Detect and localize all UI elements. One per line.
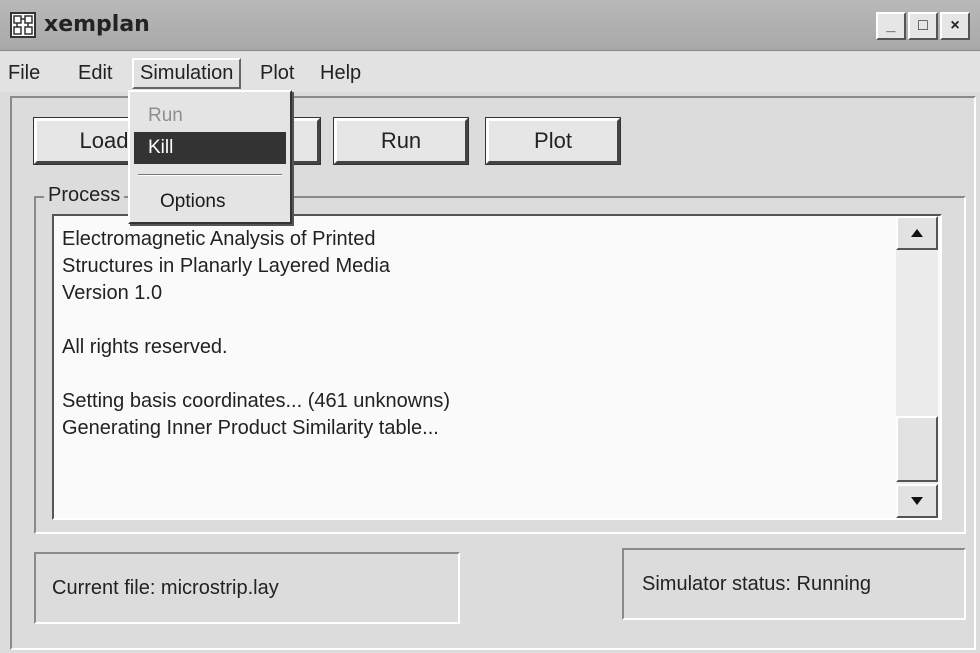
xemplan-window: xemplan _ □ × File Edit Simulation Plot … (0, 0, 980, 653)
output-line: Generating Inner Product Similarity tabl… (62, 417, 439, 439)
run-button[interactable]: Run (333, 117, 469, 165)
output-line: All rights reserved. (62, 336, 228, 358)
menu-file[interactable]: File (2, 60, 46, 87)
close-button[interactable]: × (940, 12, 970, 40)
simulator-status-panel: Simulator status: Running (622, 548, 966, 620)
arrow-down-icon (911, 497, 923, 505)
menu-separator (138, 174, 282, 176)
scroll-up-button[interactable] (896, 216, 938, 250)
app-icon[interactable] (10, 12, 36, 38)
menu-plot[interactable]: Plot (254, 60, 300, 87)
menu-help[interactable]: Help (314, 60, 367, 87)
load-button-label: Load (79, 128, 129, 153)
current-file-label: Current file: microstrip.lay (52, 576, 279, 599)
process-output-text: Electromagnetic Analysis of Printed Stru… (62, 226, 882, 442)
output-line: Structures in Planarly Layered Media (62, 255, 390, 277)
scroll-down-button[interactable] (896, 484, 938, 518)
minimize-icon: _ (886, 17, 896, 34)
menu-option-run[interactable]: Run (134, 100, 286, 132)
title-bar[interactable]: xemplan _ □ × (0, 0, 980, 51)
output-line: Electromagnetic Analysis of Printed (62, 228, 376, 250)
output-line: Setting basis coordinates... (461 unknow… (62, 390, 450, 412)
run-button-label: Run (380, 128, 422, 153)
current-file-panel: Current file: microstrip.lay (34, 552, 460, 624)
simulation-dropdown-menu: Run Kill Options (128, 90, 292, 224)
menu-edit[interactable]: Edit (72, 60, 118, 87)
simulator-status-label: Simulator status: Running (642, 572, 872, 595)
plot-button[interactable]: Plot (485, 117, 621, 165)
arrow-up-icon (911, 229, 923, 237)
scroll-thumb[interactable] (896, 416, 938, 482)
menu-simulation[interactable]: Simulation (132, 58, 242, 89)
menu-option-options[interactable]: Options (134, 186, 286, 218)
plot-button-label: Plot (534, 128, 572, 153)
minimize-button[interactable]: _ (876, 12, 906, 40)
menu-option-kill[interactable]: Kill (134, 132, 286, 164)
process-group-label: Process (44, 184, 125, 207)
maximize-button[interactable]: □ (908, 12, 938, 40)
maximize-icon: □ (918, 17, 928, 34)
output-line: Version 1.0 (62, 282, 163, 304)
vertical-scrollbar[interactable] (896, 216, 938, 518)
window-title: xemplan (44, 12, 150, 37)
close-icon: × (950, 17, 960, 34)
menu-bar: File Edit Simulation Plot Help (0, 52, 980, 92)
